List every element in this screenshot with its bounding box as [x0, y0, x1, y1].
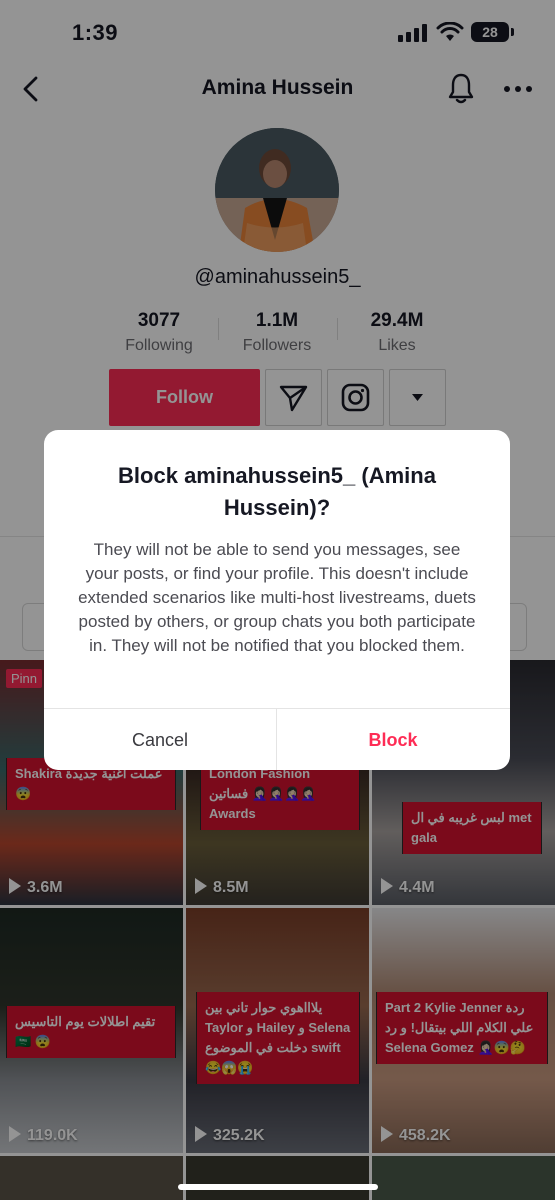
cancel-button[interactable]: Cancel — [44, 709, 276, 770]
profile-page: 1:39 28 Amina Hussein @aminahussein5_ 30… — [0, 0, 555, 1200]
home-indicator[interactable] — [178, 1184, 378, 1190]
block-confirmation-dialog: Block aminahussein5_ (Amina Hussein)? Th… — [44, 430, 510, 770]
block-button[interactable]: Block — [277, 709, 509, 770]
dialog-title: Block aminahussein5_ (Amina Hussein)? — [118, 463, 436, 520]
dialog-message: They will not be able to send you messag… — [78, 540, 476, 655]
